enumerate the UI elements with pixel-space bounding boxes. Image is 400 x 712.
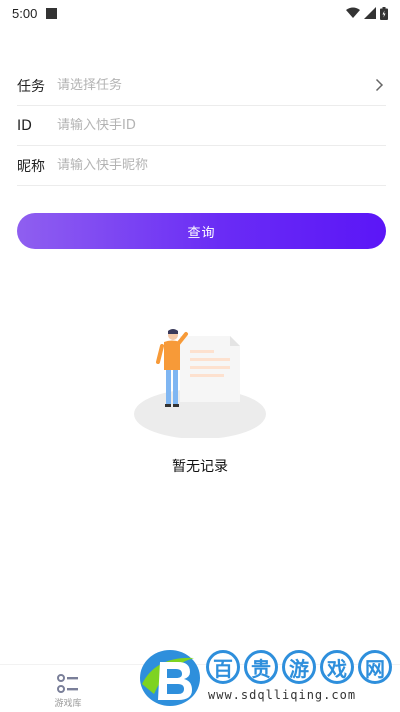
battery-icon	[380, 6, 388, 20]
task-label: 任务	[17, 78, 45, 95]
watermark-char: 戏	[320, 650, 354, 684]
wifi-icon	[346, 7, 360, 18]
notification-square-icon	[46, 7, 58, 19]
site-watermark: 百 贵 游 戏 网 www.sdqlliqing.com	[136, 640, 398, 712]
watermark-char: 游	[282, 650, 316, 684]
task-select-field[interactable]	[57, 78, 386, 93]
status-time: 5:00	[12, 5, 38, 21]
query-button[interactable]: 查询	[17, 213, 386, 249]
nickname-row: 昵称	[17, 146, 386, 186]
nickname-label: 昵称	[17, 158, 45, 175]
status-icons	[346, 6, 388, 20]
person-with-document-illustration	[134, 329, 266, 438]
watermark-char: 网	[358, 650, 392, 684]
watermark-url: www.sdqlliqing.com	[208, 688, 357, 702]
empty-state-text: 暂无记录	[172, 459, 228, 475]
id-label: ID	[17, 117, 32, 134]
query-form: 任务 ID 昵称	[17, 66, 386, 186]
id-row: ID	[17, 106, 386, 146]
watermark-logo	[140, 650, 200, 706]
id-input[interactable]	[57, 118, 386, 133]
signal-icon	[364, 7, 376, 19]
watermark-char: 贵	[244, 650, 278, 684]
list-icon	[57, 674, 78, 693]
nickname-input[interactable]	[57, 158, 386, 173]
nav-label: 游戏库	[54, 699, 82, 709]
chevron-right-icon[interactable]	[375, 78, 384, 92]
status-bar: 5:00	[0, 0, 400, 26]
watermark-chars: 百 贵 游 戏 网	[206, 650, 392, 684]
nav-item-game-library[interactable]: 游戏库	[50, 673, 86, 709]
watermark-char: 百	[206, 650, 240, 684]
task-row[interactable]: 任务	[17, 66, 386, 106]
